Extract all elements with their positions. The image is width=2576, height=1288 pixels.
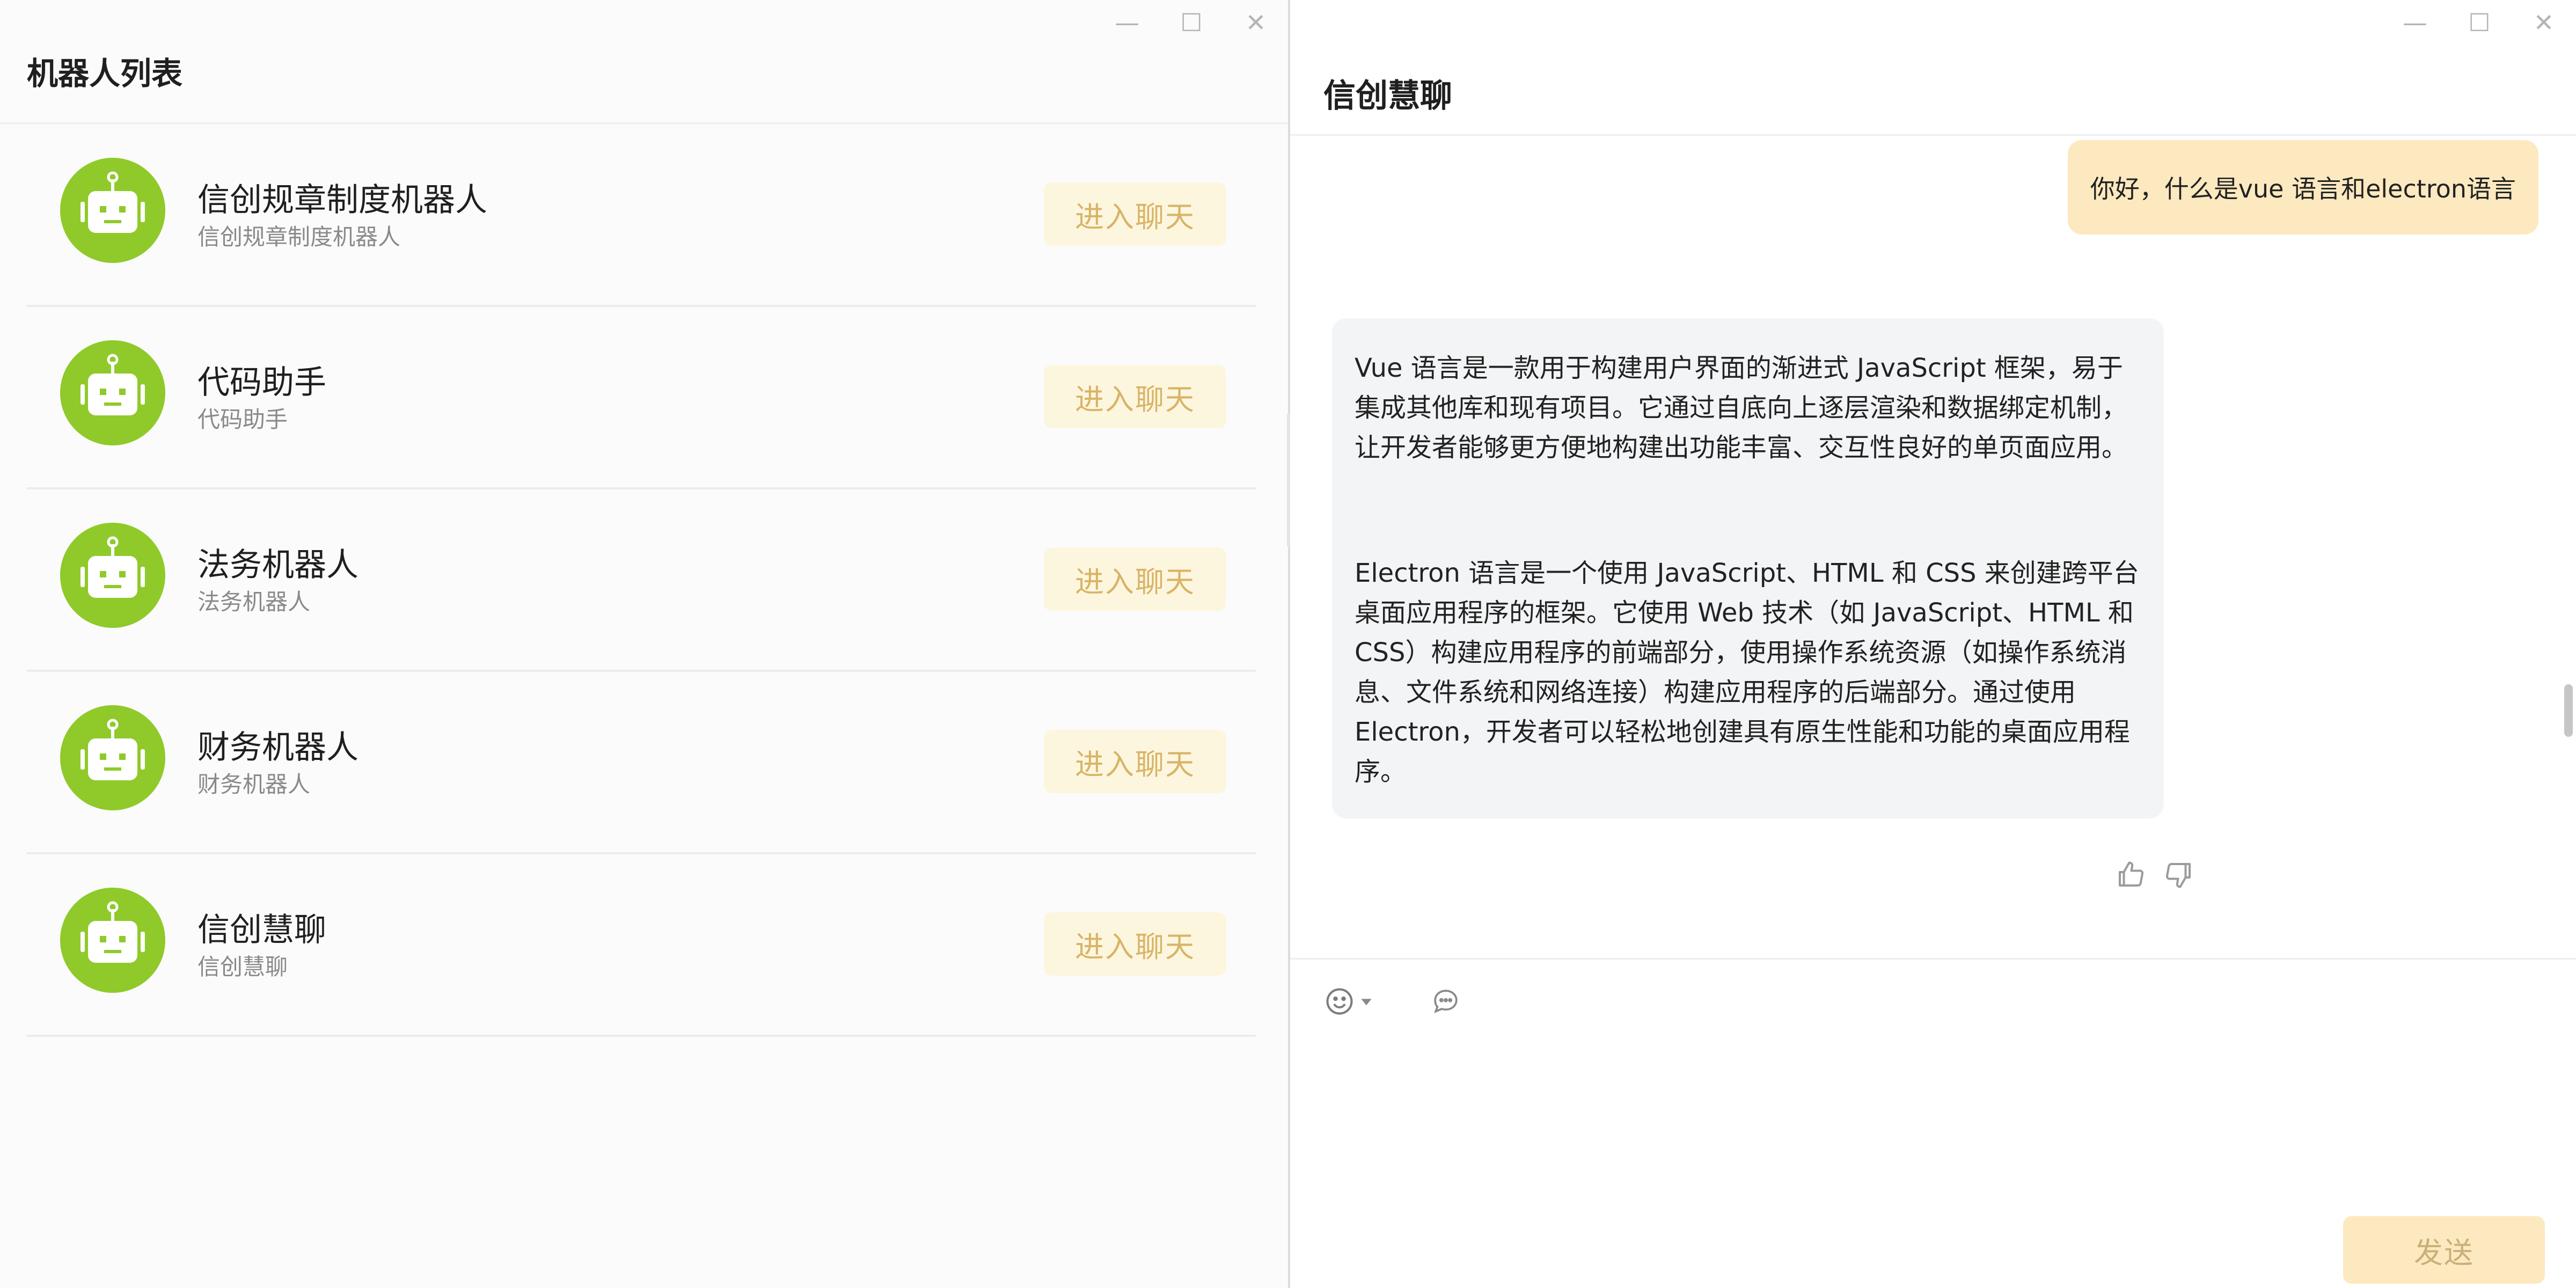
enter-chat-button[interactable]: 进入聊天 bbox=[1044, 912, 1226, 976]
robot-list-item: 代码助手 代码助手 进入聊天 bbox=[27, 307, 1256, 489]
chat-bubble-icon bbox=[1434, 990, 1458, 1014]
chat-title: 信创慧聊 bbox=[1323, 77, 1452, 115]
page-title: 机器人列表 bbox=[27, 55, 183, 92]
robot-name: 信创慧聊 bbox=[197, 911, 326, 949]
robot-list-item: 法务机器人 法务机器人 进入聊天 bbox=[27, 489, 1256, 672]
robot-list-item: 财务机器人 财务机器人 进入聊天 bbox=[27, 672, 1256, 854]
robot-name: 财务机器人 bbox=[197, 729, 358, 766]
robot-icon bbox=[60, 158, 165, 263]
scrollbar-thumb[interactable] bbox=[2564, 684, 2573, 737]
maximize-button[interactable]: ☐ bbox=[1159, 0, 1224, 45]
robot-list-window: — ☐ ✕ 机器人列表 信创规章制度机器人 信创规章制度机器人 进入聊天 代码助… bbox=[0, 0, 1288, 1288]
right-window-controls: — ☐ ✕ bbox=[2383, 0, 2576, 45]
title-divider bbox=[0, 122, 1288, 124]
enter-chat-button[interactable]: 进入聊天 bbox=[1044, 730, 1226, 793]
chat-window: — ☐ ✕ 信创慧聊 你好，什么是vue 语言和electron语言 Vue 语… bbox=[1290, 0, 2576, 1288]
bot-message-paragraph: Vue 语言是一款用于构建用户界面的渐进式 JavaScript 框架，易于集成… bbox=[1355, 353, 2128, 463]
robot-name: 法务机器人 bbox=[197, 546, 358, 584]
robot-icon bbox=[60, 888, 165, 993]
maximize-button[interactable]: ☐ bbox=[2447, 0, 2512, 45]
caret-down-icon bbox=[1361, 999, 1372, 1006]
close-button[interactable]: ✕ bbox=[2512, 0, 2576, 45]
thumbs-down-icon[interactable] bbox=[2163, 859, 2195, 891]
robot-list-item: 信创慧聊 信创慧聊 进入聊天 bbox=[27, 854, 1256, 1037]
bot-message: Vue 语言是一款用于构建用户界面的渐进式 JavaScript 框架，易于集成… bbox=[1332, 318, 2164, 818]
enter-chat-button[interactable]: 进入聊天 bbox=[1044, 547, 1226, 611]
quick-reply-button[interactable] bbox=[1431, 986, 1461, 1019]
robot-name: 信创规章制度机器人 bbox=[197, 181, 487, 219]
robot-icon bbox=[60, 523, 165, 628]
message-list: 你好，什么是vue 语言和electron语言 Vue 语言是一款用于构建用户界… bbox=[1290, 136, 2576, 957]
robot-icon bbox=[60, 340, 165, 445]
robot-description: 法务机器人 bbox=[197, 589, 311, 615]
robot-icon bbox=[60, 705, 165, 810]
bot-message-paragraph: Electron 语言是一个使用 JavaScript、HTML 和 CSS 来… bbox=[1355, 558, 2139, 787]
enter-chat-button[interactable]: 进入聊天 bbox=[1044, 365, 1226, 428]
smiley-icon bbox=[1326, 988, 1353, 1015]
robot-list: 信创规章制度机器人 信创规章制度机器人 进入聊天 代码助手 代码助手 进入聊天 … bbox=[27, 125, 1256, 1037]
emoji-picker-button[interactable] bbox=[1323, 985, 1373, 1018]
feedback-actions bbox=[2114, 859, 2195, 891]
user-message: 你好，什么是vue 语言和electron语言 bbox=[2067, 140, 2538, 235]
robot-description: 代码助手 bbox=[197, 406, 288, 433]
input-divider bbox=[1290, 958, 2576, 960]
left-window-controls: — ☐ ✕ bbox=[1095, 0, 1288, 45]
robot-name: 代码助手 bbox=[197, 364, 326, 401]
message-input[interactable] bbox=[1322, 1041, 2543, 1204]
minimize-button[interactable]: — bbox=[2383, 0, 2447, 45]
close-button[interactable]: ✕ bbox=[1224, 0, 1288, 45]
send-button[interactable]: 发送 bbox=[2343, 1216, 2545, 1284]
robot-description: 信创慧聊 bbox=[197, 954, 288, 980]
minimize-button[interactable]: — bbox=[1095, 0, 1159, 45]
robot-description: 财务机器人 bbox=[197, 771, 311, 797]
robot-list-item: 信创规章制度机器人 信创规章制度机器人 进入聊天 bbox=[27, 125, 1256, 307]
robot-description: 信创规章制度机器人 bbox=[197, 224, 401, 250]
thumbs-up-icon[interactable] bbox=[2114, 859, 2147, 891]
enter-chat-button[interactable]: 进入聊天 bbox=[1044, 182, 1226, 246]
